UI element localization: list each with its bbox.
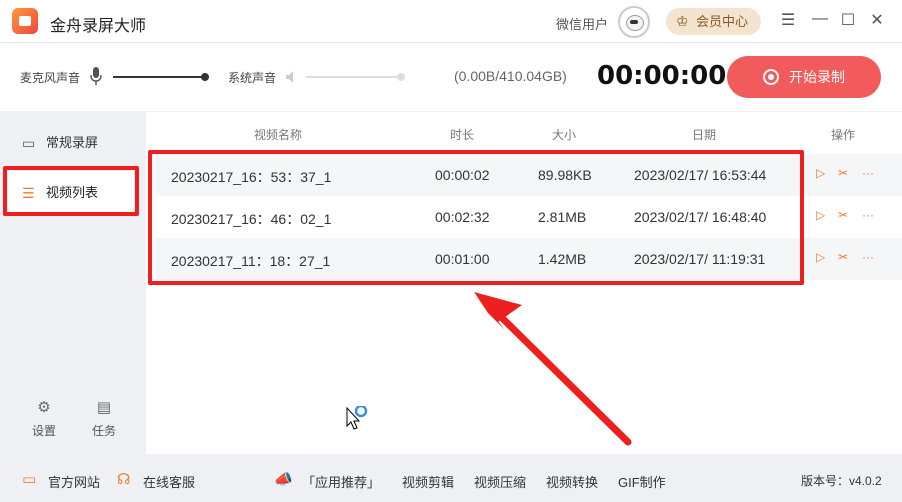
megaphone-icon: 📣 bbox=[274, 471, 293, 488]
column-header-date: 日期 bbox=[692, 128, 717, 142]
gear-icon: ⚙ bbox=[37, 399, 51, 416]
video-convert-link[interactable]: 视频转换 bbox=[546, 472, 598, 491]
more-icon[interactable]: ··· bbox=[862, 166, 874, 180]
list-icon: ☰ bbox=[22, 185, 35, 201]
clipboard-icon: ▤ bbox=[96, 399, 112, 416]
more-icon[interactable]: ··· bbox=[862, 250, 874, 264]
sidebar: ▭ 常规录屏 ☰ 视频列表 ⚙ 设置 ▤ 任务 bbox=[0, 112, 140, 454]
column-header-name: 视频名称 bbox=[254, 128, 303, 142]
scissors-icon[interactable]: ✂ bbox=[838, 166, 848, 180]
app-title: 金舟录屏大师 bbox=[50, 18, 147, 35]
video-size: 1.42MB bbox=[538, 251, 587, 267]
menu-icon[interactable]: ☰ bbox=[778, 10, 798, 30]
monitor-icon: ▭ bbox=[22, 471, 37, 488]
video-edit-link[interactable]: 视频剪辑 bbox=[402, 472, 454, 491]
settings-button[interactable]: ⚙ 设置 bbox=[24, 398, 64, 439]
video-name: 20230217_11：18：27_1 bbox=[171, 253, 331, 269]
mouse-cursor-icon bbox=[346, 406, 368, 430]
app-logo-icon bbox=[12, 8, 38, 34]
sidebar-item-screen-record[interactable]: ▭ 常规录屏 bbox=[8, 121, 134, 165]
video-date: 2023/02/17/ 11:19:31 bbox=[634, 251, 766, 267]
start-record-label: 开始录制 bbox=[789, 69, 845, 85]
column-header-size: 大小 bbox=[552, 128, 577, 142]
online-service-link[interactable]: 在线客服 bbox=[143, 472, 195, 491]
maximize-icon[interactable]: ☐ bbox=[838, 10, 858, 30]
video-name: 20230217_16：53：37_1 bbox=[171, 169, 332, 185]
start-record-button[interactable]: 开始录制 bbox=[727, 56, 881, 98]
settings-label: 设置 bbox=[31, 424, 56, 438]
user-name[interactable]: 微信用户 bbox=[556, 14, 608, 33]
video-list-panel: 视频名称 时长 大小 日期 操作 20230217_16：53：37_1 00:… bbox=[146, 112, 902, 454]
headset-icon: ☊ bbox=[117, 471, 131, 488]
scissors-icon[interactable]: ✂ bbox=[838, 208, 848, 222]
system-volume-slider[interactable] bbox=[306, 76, 402, 78]
mic-volume-slider[interactable] bbox=[113, 76, 205, 78]
system-sound-label: 系统声音 bbox=[228, 71, 277, 85]
gif-make-link[interactable]: GIF制作 bbox=[618, 472, 666, 491]
video-name: 20230217_16：46：02_1 bbox=[171, 211, 332, 227]
footer-bar: ▭ 官方网站 ☊ 在线客服 📣 「应用推荐」 视频剪辑 视频压缩 视频转换 GI… bbox=[0, 458, 902, 502]
video-size: 89.98KB bbox=[538, 167, 592, 183]
mic-label: 麦克风声音 bbox=[20, 71, 81, 85]
title-bar: 金舟录屏大师 微信用户 ♔ 会员中心 ☰ — ☐ ✕ bbox=[0, 0, 902, 43]
tasks-label: 任务 bbox=[91, 424, 116, 438]
table-row[interactable]: 20230217_11：18：27_1 00:01:00 1.42MB 2023… bbox=[156, 238, 902, 280]
sidebar-item-video-list[interactable]: ☰ 视频列表 bbox=[8, 171, 134, 215]
video-date: 2023/02/17/ 16:48:40 bbox=[634, 209, 767, 225]
video-date: 2023/02/17/ 16:53:44 bbox=[634, 167, 767, 183]
video-duration: 00:00:02 bbox=[435, 167, 490, 183]
app-recommend-label: 「应用推荐」 bbox=[302, 475, 381, 490]
minimize-icon[interactable]: — bbox=[810, 10, 830, 28]
version-label: 版本号：v4.0.2 bbox=[801, 474, 882, 488]
close-icon[interactable]: ✕ bbox=[867, 10, 887, 30]
tasks-button[interactable]: ▤ 任务 bbox=[84, 398, 124, 439]
play-icon[interactable]: ▷ bbox=[816, 250, 825, 264]
official-site-link[interactable]: 官方网站 bbox=[48, 472, 100, 491]
camera-icon: ▭ bbox=[22, 135, 36, 151]
record-icon bbox=[763, 69, 779, 85]
table-row[interactable]: 20230217_16：53：37_1 00:00:02 89.98KB 202… bbox=[156, 154, 902, 196]
speaker-icon[interactable] bbox=[284, 69, 300, 85]
video-size: 2.81MB bbox=[538, 209, 587, 225]
crown-icon: ♔ bbox=[676, 13, 689, 29]
vip-center-label: 会员中心 bbox=[696, 14, 749, 29]
video-duration: 00:02:32 bbox=[435, 209, 490, 225]
avatar[interactable] bbox=[618, 6, 650, 38]
scissors-icon[interactable]: ✂ bbox=[838, 250, 848, 264]
system-volume-knob[interactable] bbox=[397, 73, 405, 81]
video-duration: 00:01:00 bbox=[435, 251, 490, 267]
mic-volume-knob[interactable] bbox=[201, 73, 209, 81]
vip-center-button[interactable]: ♔ 会员中心 bbox=[666, 8, 761, 35]
sidebar-item-label: 视频列表 bbox=[46, 185, 99, 200]
microphone-icon[interactable] bbox=[90, 67, 102, 85]
column-header-actions: 操作 bbox=[831, 128, 856, 142]
play-icon[interactable]: ▷ bbox=[816, 166, 825, 180]
sidebar-item-label: 常规录屏 bbox=[46, 135, 99, 150]
control-bar: 麦克风声音 系统声音 (0.00B/410.04GB) 00:00:00 开始录… bbox=[0, 43, 902, 111]
record-timer: 00:00:00 bbox=[597, 61, 727, 91]
column-header-duration: 时长 bbox=[450, 128, 475, 142]
storage-usage: (0.00B/410.04GB) bbox=[454, 68, 567, 84]
more-icon[interactable]: ··· bbox=[862, 208, 874, 222]
video-compress-link[interactable]: 视频压缩 bbox=[474, 472, 526, 491]
play-icon[interactable]: ▷ bbox=[816, 208, 825, 222]
table-row[interactable]: 20230217_16：46：02_1 00:02:32 2.81MB 2023… bbox=[156, 196, 902, 238]
